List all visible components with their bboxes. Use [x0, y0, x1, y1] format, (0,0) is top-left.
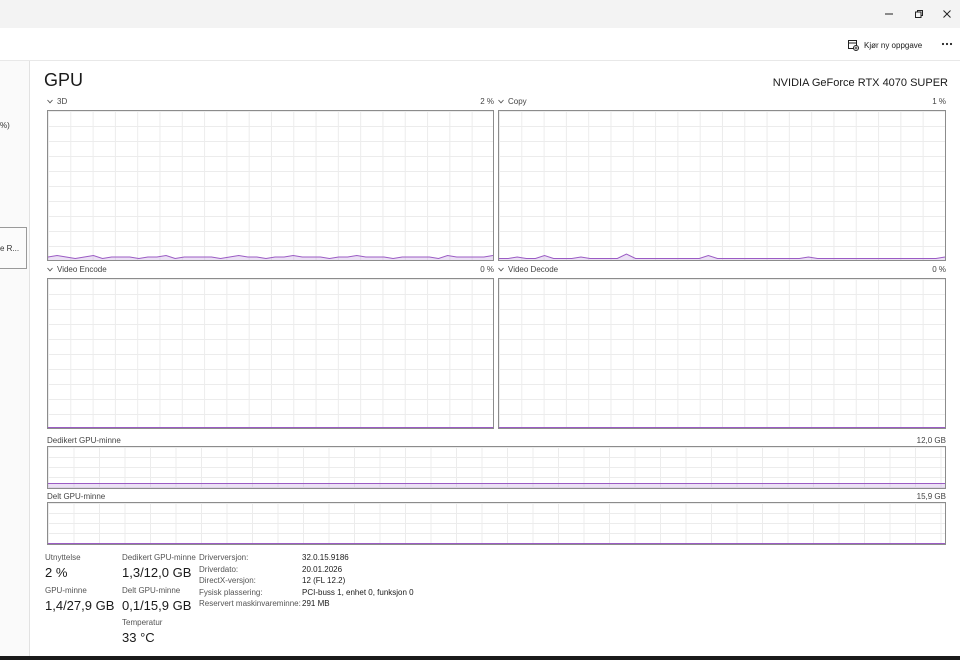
graph-shared-memory-label: Delt GPU-minne: [47, 492, 106, 501]
graph-area: [48, 483, 945, 488]
window-bottom-border: [0, 656, 960, 660]
device-list-panel: [0, 61, 30, 660]
graph-copy-label: Copy: [508, 97, 527, 106]
graph-video-decode: [498, 278, 946, 429]
graph-line: [499, 253, 945, 260]
title-bar: [0, 0, 960, 28]
graph-copy-selector[interactable]: Copy: [498, 97, 527, 106]
dedicated-memory-label: Dedikert GPU-minne: [122, 553, 196, 562]
graph-plot: [499, 427, 945, 428]
graph-plot: [48, 543, 945, 544]
graph-shared-memory-max: 15,9 GB: [916, 492, 946, 501]
info-value-reserved-memory: 291 MB: [302, 599, 330, 608]
utilization-value: 2 %: [45, 565, 68, 580]
chevron-down-icon: [498, 267, 504, 272]
info-key-reserved-memory: Reservert maskinvareminne:: [199, 599, 301, 608]
gpu-memory-value: 1,4/27,9 GB: [45, 598, 115, 613]
dedicated-memory-value: 1,3/12,0 GB: [122, 565, 192, 580]
temperature-value: 33 °C: [122, 630, 155, 645]
gpu-model-name: NVIDIA GeForce RTX 4070 SUPER: [772, 77, 948, 89]
graph-copy: [498, 110, 946, 261]
sidebar-fragment-device: e R...: [0, 244, 20, 253]
info-value-driver-version: 32.0.15.9186: [302, 553, 349, 562]
restore-icon: [915, 10, 923, 18]
graph-3d-label: 3D: [57, 97, 68, 106]
graph-video-decode-value: 0 %: [932, 265, 946, 274]
graph-video-encode: [47, 278, 494, 429]
info-key-physical-location: Fysisk plassering:: [199, 588, 263, 597]
temperature-label: Temperatur: [122, 618, 163, 627]
sidebar-fragment-percent: %): [0, 121, 10, 130]
run-new-task-button[interactable]: Kjør ny oppgave: [848, 37, 922, 53]
graph-video-encode-label: Video Encode: [57, 265, 107, 274]
graph-video-encode-value: 0 %: [480, 265, 494, 274]
graph-area: [499, 254, 945, 260]
utilization-label: Utnyttelse: [45, 553, 81, 562]
graph-dedicated-memory-max: 12,0 GB: [916, 436, 946, 445]
info-key-driver-version: Driverversjon:: [199, 553, 249, 562]
graph-plot: [48, 255, 493, 260]
graph-dedicated-memory-label: Dedikert GPU-minne: [47, 436, 121, 445]
chevron-down-icon: [47, 99, 53, 104]
graph-3d: [47, 110, 494, 261]
more-button[interactable]: [938, 36, 956, 52]
chevron-down-icon: [47, 267, 53, 272]
info-value-driver-date: 20.01.2026: [302, 565, 343, 574]
toolbar: Kjør ny oppgave: [0, 28, 960, 61]
shared-memory-value: 0,1/15,9 GB: [122, 598, 192, 613]
chevron-down-icon: [498, 99, 504, 104]
close-icon: [943, 10, 951, 18]
info-key-driver-date: Driverdato:: [199, 565, 239, 574]
info-value-directx-version: 12 (FL 12.2): [302, 576, 346, 585]
run-task-icon: [848, 39, 859, 51]
run-new-task-label: Kjør ny oppgave: [864, 40, 923, 50]
graph-3d-value: 2 %: [480, 97, 494, 106]
gpu-memory-label: GPU-minne: [45, 586, 87, 595]
graph-3d-selector[interactable]: 3D: [47, 97, 67, 106]
more-icon: [941, 42, 953, 46]
graph-plot: [48, 483, 945, 488]
graph-dedicated-memory: [47, 446, 946, 489]
graph-video-decode-label: Video Decode: [508, 265, 559, 274]
minimize-icon: [885, 13, 893, 15]
graph-video-decode-selector[interactable]: Video Decode: [498, 265, 558, 274]
graph-shared-memory: [47, 502, 946, 545]
info-value-physical-location: PCI-buss 1, enhet 0, funksjon 0: [302, 588, 414, 597]
close-button[interactable]: [924, 0, 960, 28]
graph-video-encode-selector[interactable]: Video Encode: [47, 265, 107, 274]
info-key-directx-version: DirectX-versjon:: [199, 576, 256, 585]
graph-plot: [499, 253, 945, 260]
graph-copy-value: 1 %: [932, 97, 946, 106]
shared-memory-label: Delt GPU-minne: [122, 586, 181, 595]
page-title: GPU: [44, 70, 84, 90]
graph-plot: [48, 427, 493, 428]
